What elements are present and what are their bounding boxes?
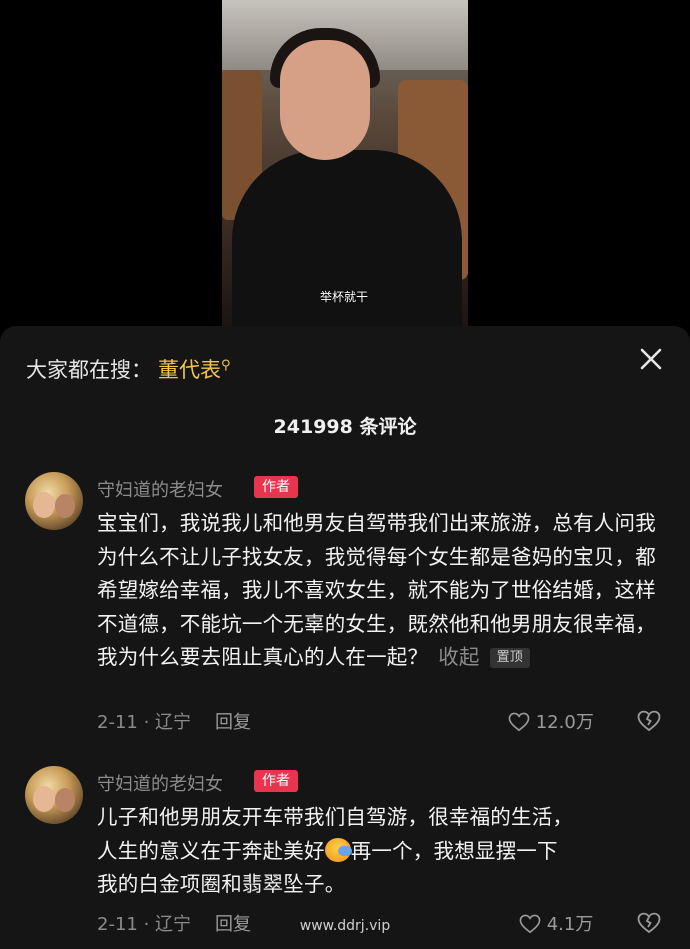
author-badge: 作者 xyxy=(254,770,298,792)
close-icon xyxy=(640,348,662,370)
search-prefix: 大家都在搜： xyxy=(26,358,152,382)
author-badge: 作者 xyxy=(254,476,298,498)
broken-heart-icon[interactable] xyxy=(637,710,661,732)
video-player[interactable]: 举杯就干 xyxy=(222,0,468,328)
comment-count: 241998 条评论 xyxy=(273,416,417,438)
watermark: www.ddrj.vip xyxy=(299,918,391,934)
comment-line: 儿子和他男朋友开车带我们自驾游，很幸福的生活， xyxy=(97,805,574,829)
hug-emoji-icon xyxy=(324,837,352,862)
search-term-link[interactable]: 董代表 xyxy=(158,358,221,382)
avatar[interactable] xyxy=(25,766,83,824)
comment-author[interactable]: 守妇道的老妇女 xyxy=(97,770,223,796)
collapse-button[interactable]: 收起 xyxy=(438,645,479,669)
comment-text: 宝宝们，我说我儿和他男友自驾带我们出来旅游，总有人问我为什么不让儿子找女友，我觉… xyxy=(97,507,667,675)
video-scene-face xyxy=(280,40,370,160)
comment-line: 我的白金项圈和翡翠坠子。 xyxy=(97,872,346,896)
search-icon: ⚲ xyxy=(221,358,231,373)
reply-button[interactable]: 回复 xyxy=(215,712,251,733)
like-button[interactable]: 12.0万 xyxy=(508,708,594,734)
video-caption: 举杯就干 xyxy=(320,290,369,304)
like-count: 12.0万 xyxy=(535,712,594,733)
comment-author[interactable]: 守妇道的老妇女 xyxy=(97,476,223,502)
comment-body: 宝宝们，我说我儿和他男友自驾带我们出来旅游，总有人问我为什么不让儿子找女友，我觉… xyxy=(97,511,656,669)
comment-text: 儿子和他男朋友开车带我们自驾游，很幸福的生活， 人生的意义在于奔赴美好 再一个，我… xyxy=(97,801,667,902)
comment-date-location: 2-11 · 辽宁 xyxy=(97,712,192,733)
comment-line-with-emoji: 人生的意义在于奔赴美好 再一个，我想显摆一下 xyxy=(97,835,667,869)
comment-meta: 2-11 · 辽宁 回复 xyxy=(97,708,251,734)
comment-segment: 再一个，我想显摆一下 xyxy=(350,838,558,863)
comment-panel: 大家都在搜： 董代表⚲ 241998 条评论 守妇道的老妇女 作者 宝宝们，我说我… xyxy=(0,326,690,949)
pinned-badge: 置顶 xyxy=(489,648,531,668)
close-button[interactable] xyxy=(636,344,666,374)
avatar[interactable] xyxy=(25,472,83,530)
heart-icon xyxy=(508,712,530,732)
comment-segment: 人生的意义在于奔赴美好 xyxy=(97,838,325,863)
search-suggestion[interactable]: 大家都在搜： 董代表⚲ xyxy=(26,354,231,384)
